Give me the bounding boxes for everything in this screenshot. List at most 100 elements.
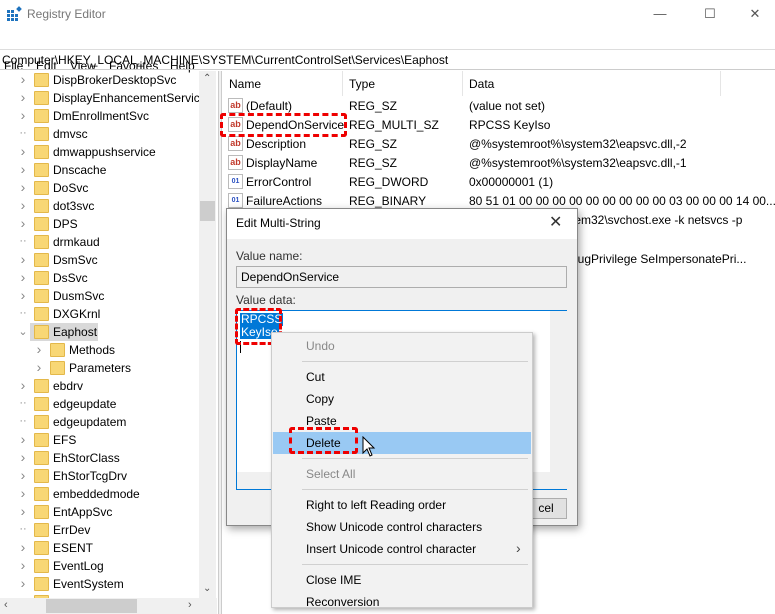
tree-item-parameters[interactable]: › Parameters — [0, 359, 199, 377]
expand-chevron-icon[interactable]: › — [18, 143, 28, 159]
tree-item-errdev[interactable]: ·· ErrDev — [0, 521, 199, 539]
tree-item-label: DoSvc — [53, 181, 89, 195]
tree-item-label: EntAppSvc — [53, 505, 113, 519]
value-type: REG_DWORD — [349, 175, 429, 189]
tree-item-label: DsmSvc — [53, 253, 98, 267]
column-divider[interactable] — [462, 71, 463, 96]
tree-item-ehstortcgdrv[interactable]: › EhStorTcgDrv — [0, 467, 199, 485]
menu-item-show-unicode-control-characters[interactable]: Show Unicode control characters — [273, 516, 531, 538]
tree-item-efs[interactable]: › EFS — [0, 431, 199, 449]
tree-item-label: EhStorClass — [53, 451, 120, 465]
tree-item-drmkaud[interactable]: ·· drmkaud — [0, 233, 199, 251]
tree-item-ebdrv[interactable]: › ebdrv — [0, 377, 199, 395]
tree-item-dosvc[interactable]: › DoSvc — [0, 179, 199, 197]
folder-icon — [34, 271, 49, 285]
menu-item-right-to-left-reading-order[interactable]: Right to left Reading order — [273, 494, 531, 516]
value-row[interactable]: ab DisplayName REG_SZ @%systemroot%\syst… — [222, 153, 775, 172]
expand-chevron-icon[interactable]: › — [18, 539, 28, 555]
scroll-thumb[interactable] — [200, 201, 215, 221]
tree-horizontal-scrollbar[interactable]: ‹ › — [0, 598, 217, 614]
value-type: REG_MULTI_SZ — [349, 118, 439, 132]
value-row[interactable]: 01 ErrorControl REG_DWORD 0x00000001 (1) — [222, 172, 775, 191]
expand-chevron-icon[interactable]: › — [18, 575, 28, 591]
tree-item-eventlog[interactable]: › EventLog — [0, 557, 199, 575]
tree-item-embeddedmode[interactable]: › embeddedmode — [0, 485, 199, 503]
menu-item-close-ime[interactable]: Close IME — [273, 569, 531, 591]
expand-chevron-icon[interactable]: › — [18, 197, 28, 213]
tree-item-entappsvc[interactable]: › EntAppSvc — [0, 503, 199, 521]
maximize-button[interactable]: ☐ — [687, 0, 733, 28]
menu-item-label: Reconversion — [306, 595, 380, 609]
tree-item-eventsystem[interactable]: › EventSystem — [0, 575, 199, 593]
expand-chevron-icon[interactable]: › — [18, 431, 28, 447]
value-name-field[interactable]: DependOnService — [236, 266, 567, 288]
expand-chevron-icon[interactable]: › — [18, 503, 28, 519]
tree-item-displayenhancementservice[interactable]: › DisplayEnhancementService — [0, 89, 199, 107]
tree-item-esent[interactable]: › ESENT — [0, 539, 199, 557]
column-header-data[interactable]: Data — [469, 77, 494, 91]
value-type: REG_SZ — [349, 137, 398, 151]
scroll-down-icon[interactable]: ⌄ — [203, 583, 211, 594]
expand-chevron-icon[interactable]: › — [18, 71, 28, 87]
expand-chevron-icon[interactable]: › — [34, 359, 44, 375]
tree-item-dssvc[interactable]: › DsSvc — [0, 269, 199, 287]
tree-item-label: edgeupdate — [53, 397, 117, 411]
menu-item-reconversion[interactable]: Reconversion — [273, 591, 531, 613]
tree-item-eaphost[interactable]: ⌄ Eaphost — [18, 323, 98, 341]
expand-chevron-icon[interactable]: › — [18, 161, 28, 177]
tree-item-dispbrokerdesktopsvc[interactable]: › DispBrokerDesktopSvc — [0, 71, 199, 89]
expand-chevron-icon[interactable]: › — [18, 107, 28, 123]
menu-item-cut[interactable]: Cut — [273, 366, 531, 388]
column-header-name[interactable]: Name — [229, 77, 261, 91]
scroll-right-icon[interactable]: › — [188, 599, 192, 611]
expand-chevron-icon[interactable]: › — [18, 269, 28, 285]
tree-item-ehstorclass[interactable]: › EhStorClass — [0, 449, 199, 467]
tree-item-dps[interactable]: › DPS — [0, 215, 199, 233]
menu-item-label: Right to left Reading order — [306, 498, 447, 512]
tree-item-edgeupdatem[interactable]: ·· edgeupdatem — [0, 413, 199, 431]
expand-chevron-icon[interactable]: › — [18, 449, 28, 465]
menu-item-insert-unicode-control-character[interactable]: Insert Unicode control character › — [273, 538, 531, 560]
expand-chevron-icon[interactable]: › — [18, 89, 28, 105]
textarea-vertical-scrollbar[interactable] — [550, 311, 567, 489]
hscroll-thumb[interactable] — [46, 599, 137, 613]
tree-item-dot3svc[interactable]: › dot3svc — [0, 197, 199, 215]
tree-vertical-scrollbar[interactable]: ⌃ ⌄ — [199, 71, 216, 598]
expand-chevron-icon[interactable]: › — [18, 287, 28, 303]
tree-item-dmenrollmentsvc[interactable]: › DmEnrollmentSvc — [0, 107, 199, 125]
expand-chevron-icon[interactable]: › — [18, 557, 28, 573]
tree-item-dmwappushservice[interactable]: › dmwappushservice — [0, 143, 199, 161]
value-data: RPCSS KeyIso — [469, 118, 551, 132]
menu-item-select-all: Select All — [273, 463, 531, 485]
folder-icon — [34, 163, 49, 177]
expand-chevron-icon[interactable]: › — [18, 377, 28, 393]
dialog-close-button[interactable]: ✕ — [549, 212, 562, 232]
tree-item-edgeupdate[interactable]: ·· edgeupdate — [0, 395, 199, 413]
tree-item-methods[interactable]: › Methods — [0, 341, 199, 359]
value-data: @%systemroot%\system32\eapsvc.dll,-2 — [469, 137, 687, 151]
expand-chevron-icon[interactable]: › — [18, 485, 28, 501]
tree-item-dxgkrnl[interactable]: ·· DXGKrnl — [0, 305, 199, 323]
collapse-chevron-icon[interactable]: ⌄ — [18, 325, 28, 338]
expand-chevron-icon[interactable]: › — [18, 179, 28, 195]
folder-icon — [34, 217, 49, 231]
expand-chevron-icon[interactable]: › — [18, 251, 28, 267]
expand-chevron-icon[interactable]: › — [18, 467, 28, 483]
column-divider[interactable] — [720, 71, 721, 96]
scroll-left-icon[interactable]: ‹ — [4, 599, 8, 611]
expand-chevron-icon[interactable]: › — [18, 215, 28, 231]
minimize-button[interactable]: — — [637, 0, 683, 28]
tree-item-dsmsvc[interactable]: › DsmSvc — [0, 251, 199, 269]
expand-chevron-icon[interactable]: › — [34, 341, 44, 357]
menu-item-copy[interactable]: Copy — [273, 388, 531, 410]
tree-item-dmvsc[interactable]: ·· dmvsc — [0, 125, 199, 143]
column-divider[interactable] — [342, 71, 343, 96]
tree-item-dnscache[interactable]: › Dnscache — [0, 161, 199, 179]
address-bar[interactable]: Computer\HKEY_LOCAL_MACHINE\SYSTEM\Curre… — [0, 49, 775, 70]
column-header-type[interactable]: Type — [349, 77, 375, 91]
string-value-icon: ab — [228, 98, 243, 113]
close-button[interactable]: ✕ — [732, 0, 775, 28]
tree-item-dusmsvc[interactable]: › DusmSvc — [0, 287, 199, 305]
tree-line-icon: ·· — [19, 523, 27, 535]
scroll-up-icon[interactable]: ⌃ — [203, 73, 211, 84]
